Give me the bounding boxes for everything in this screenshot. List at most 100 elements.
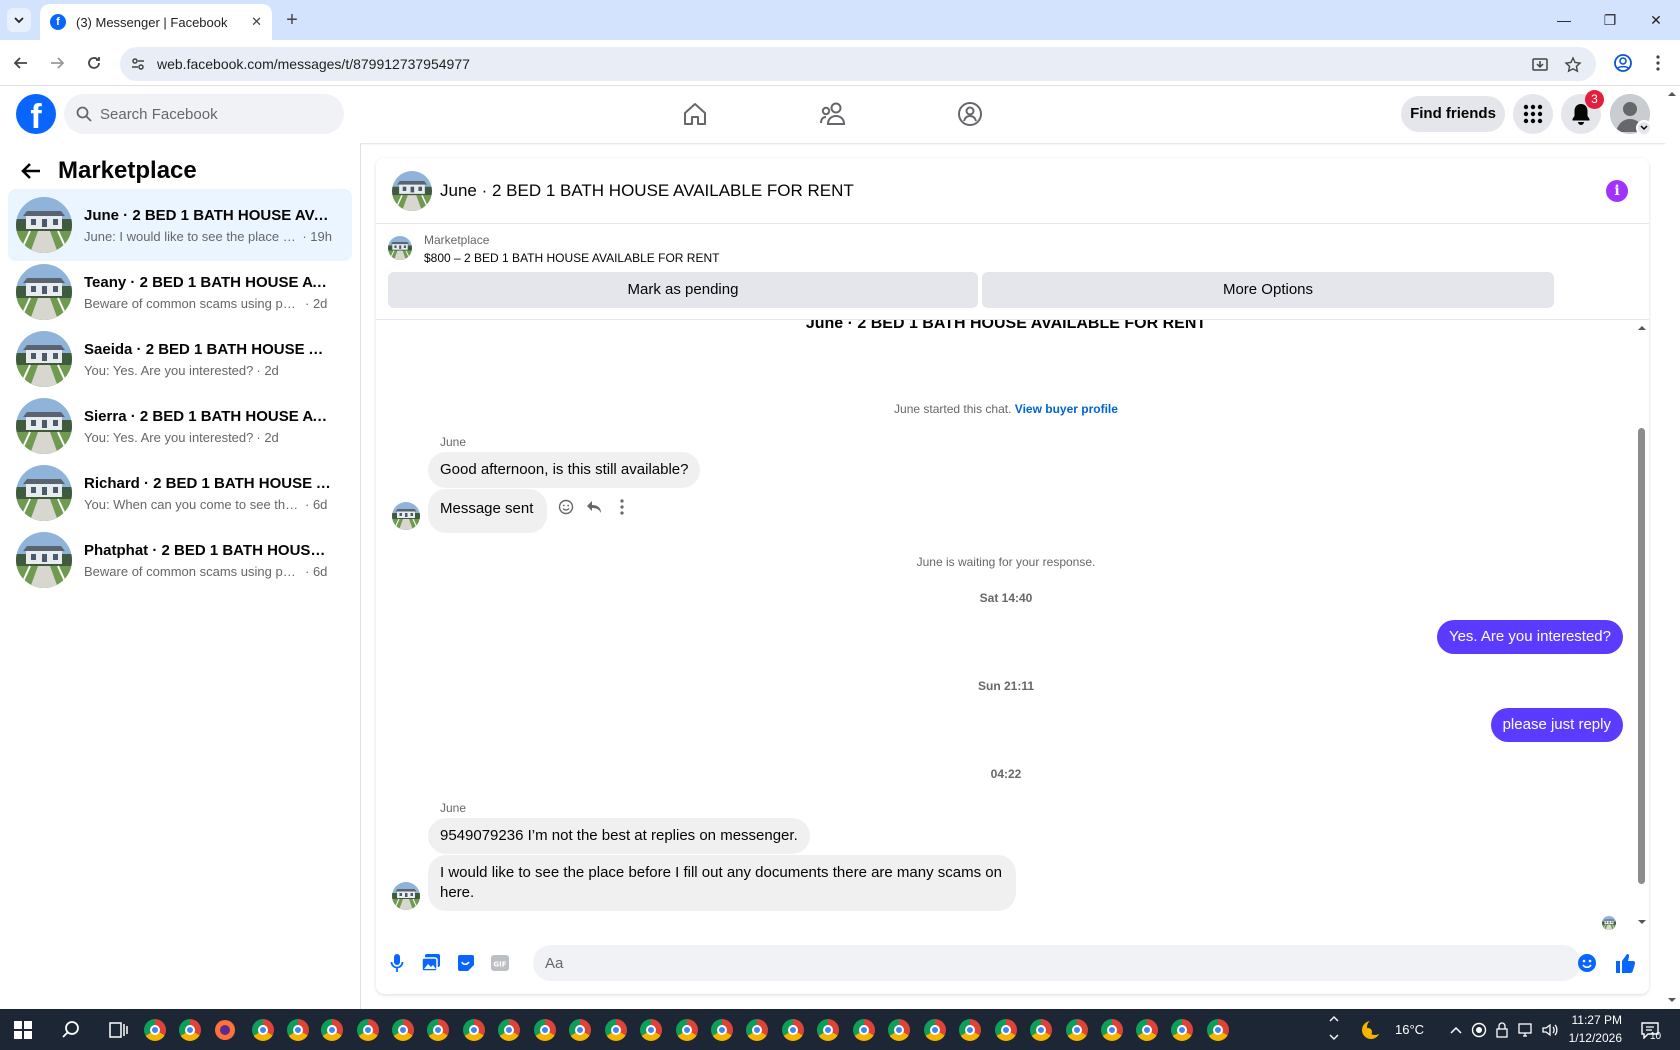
- chat-avatar[interactable]: [392, 171, 432, 211]
- thumbs-up-icon[interactable]: [1613, 951, 1637, 975]
- new-tab-button[interactable]: +: [280, 8, 304, 32]
- conversation-item[interactable]: Richard · 2 BED 1 BATH HOUSE AVAILABLE F…: [8, 457, 352, 529]
- photo-icon[interactable]: [419, 951, 443, 975]
- outgoing-message[interactable]: please just reply: [1490, 708, 1623, 742]
- conversation-item[interactable]: Saeida · 2 BED 1 BATH HOUSE AVAILABLE FO…: [8, 323, 352, 395]
- chrome-taskbar-icon[interactable]: [603, 1017, 629, 1043]
- account-caret-icon[interactable]: [1636, 120, 1652, 136]
- listing-title[interactable]: $800 – 2 BED 1 BATH HOUSE AVAILABLE FOR …: [424, 251, 719, 265]
- chrome-taskbar-icon[interactable]: [1205, 1017, 1231, 1043]
- search-input[interactable]: [100, 94, 336, 134]
- firefox-taskbar-icon[interactable]: [212, 1017, 238, 1043]
- chrome-taskbar-icon[interactable]: [993, 1017, 1019, 1043]
- chrome-taskbar-icon[interactable]: [1169, 1017, 1195, 1043]
- react-emoji-icon[interactable]: [554, 495, 578, 519]
- restore-button[interactable]: ❐: [1587, 0, 1633, 40]
- lock-icon[interactable]: [1489, 1017, 1515, 1043]
- page-scrollbar[interactable]: [1665, 86, 1680, 1009]
- mark-as-pending-button[interactable]: Mark as pending: [388, 272, 978, 308]
- menu-grid-button[interactable]: [1513, 94, 1553, 134]
- bookmark-star-icon[interactable]: [1563, 55, 1583, 75]
- conversation-item[interactable]: June · 2 BED 1 BATH HOUSE AVAILABLE FOR …: [8, 189, 352, 261]
- chrome-taskbar-icon[interactable]: [496, 1017, 522, 1043]
- conversation-item[interactable]: Sierra · 2 BED 1 BATH HOUSE AVAILABLE FO…: [8, 390, 352, 462]
- address-bar[interactable]: web.facebook.com/messages/t/879912737954…: [120, 47, 1596, 81]
- incoming-message-sent[interactable]: Message sent: [428, 489, 548, 533]
- sender-avatar[interactable]: [392, 502, 420, 530]
- hidden-icons-chevron[interactable]: [1321, 1015, 1347, 1041]
- forward-button[interactable]: [44, 50, 70, 76]
- listing-thumbnail[interactable]: [388, 236, 412, 260]
- profile-icon[interactable]: [1610, 50, 1636, 76]
- tab-search-button[interactable]: [7, 8, 31, 32]
- message-input[interactable]: [533, 945, 1581, 981]
- chrome-taskbar-icon[interactable]: [674, 1017, 700, 1043]
- chrome-taskbar-icon[interactable]: [886, 1017, 912, 1043]
- tab-close-icon[interactable]: ✕: [251, 14, 262, 30]
- incoming-message[interactable]: 9549079236 I’m not the best at replies o…: [428, 818, 810, 854]
- conversation-item[interactable]: Phatphat · 2 BED 1 BATH HOUSE AVAILABLE …: [8, 524, 352, 596]
- scrollbar-thumb[interactable]: [1638, 428, 1645, 884]
- install-app-icon[interactable]: [1530, 55, 1550, 75]
- chrome-taskbar-icon[interactable]: [851, 1017, 877, 1043]
- browser-menu-icon[interactable]: [1645, 50, 1671, 76]
- chrome-taskbar-icon[interactable]: [461, 1017, 487, 1043]
- chat-title[interactable]: June · 2 BED 1 BATH HOUSE AVAILABLE FOR …: [440, 181, 854, 201]
- chrome-taskbar-icon[interactable]: [532, 1017, 558, 1043]
- view-buyer-profile-link[interactable]: View buyer profile: [1015, 402, 1118, 416]
- chrome-taskbar-icon[interactable]: [355, 1017, 381, 1043]
- task-view-icon[interactable]: [106, 1017, 132, 1043]
- volume-icon[interactable]: [1537, 1017, 1563, 1043]
- search-box[interactable]: [64, 94, 344, 134]
- outgoing-message[interactable]: Yes. Are you interested?: [1436, 620, 1623, 654]
- chrome-taskbar-icon[interactable]: [815, 1017, 841, 1043]
- chrome-taskbar-icon[interactable]: [1134, 1017, 1160, 1043]
- back-button[interactable]: [8, 50, 34, 76]
- reload-button[interactable]: [81, 50, 107, 76]
- chrome-taskbar-icon[interactable]: [390, 1017, 416, 1043]
- browser-tab-messenger[interactable]: f (3) Messenger | Facebook ✕: [40, 4, 272, 40]
- site-info-icon[interactable]: [130, 56, 146, 72]
- more-options-button[interactable]: More Options: [982, 272, 1554, 308]
- chrome-taskbar-icon[interactable]: [638, 1017, 664, 1043]
- chrome-taskbar-icon[interactable]: [425, 1017, 451, 1043]
- gif-icon[interactable]: GIF: [488, 951, 512, 975]
- clock-date[interactable]: 1/12/2026: [1564, 1031, 1622, 1045]
- chrome-taskbar-icon[interactable]: [1099, 1017, 1125, 1043]
- reply-icon[interactable]: [582, 495, 606, 519]
- chrome-taskbar-icon[interactable]: [957, 1017, 983, 1043]
- chrome-taskbar-icon[interactable]: [709, 1017, 735, 1043]
- chrome-taskbar-icon[interactable]: [567, 1017, 593, 1043]
- chrome-taskbar-icon[interactable]: [922, 1017, 948, 1043]
- sender-avatar[interactable]: [392, 882, 420, 910]
- emoji-icon[interactable]: [1575, 951, 1599, 975]
- friends-nav-icon[interactable]: [813, 94, 853, 134]
- chrome-taskbar-icon[interactable]: [285, 1017, 311, 1043]
- minimize-button[interactable]: —: [1541, 0, 1587, 40]
- conversation-item[interactable]: Teany · 2 BED 1 BATH HOUSE AVAILABLE FOR…: [8, 256, 352, 328]
- weather-temperature[interactable]: 16°C: [1395, 1022, 1424, 1037]
- facebook-logo-icon[interactable]: f: [16, 94, 56, 134]
- chrome-taskbar-icon[interactable]: [780, 1017, 806, 1043]
- chrome-taskbar-icon[interactable]: [250, 1017, 276, 1043]
- thread-scrollbar[interactable]: [1635, 320, 1649, 932]
- search-taskbar-icon[interactable]: [58, 1017, 84, 1043]
- chrome-taskbar-icon[interactable]: [142, 1017, 168, 1043]
- close-window-button[interactable]: ✕: [1633, 0, 1679, 40]
- home-nav-icon[interactable]: [675, 94, 715, 134]
- sticker-icon[interactable]: [454, 951, 478, 975]
- more-actions-icon[interactable]: [610, 495, 634, 519]
- chrome-taskbar-icon[interactable]: [744, 1017, 770, 1043]
- chrome-taskbar-icon[interactable]: [1028, 1017, 1054, 1043]
- info-icon[interactable]: i: [1606, 180, 1628, 202]
- weather-moon-icon[interactable]: [1358, 1017, 1384, 1043]
- incoming-message[interactable]: I would like to see the place before I f…: [428, 855, 1016, 911]
- network-icon[interactable]: [1513, 1017, 1539, 1043]
- find-friends-button[interactable]: Find friends: [1401, 96, 1505, 132]
- windows-start-icon[interactable]: [10, 1017, 36, 1043]
- chrome-taskbar-icon[interactable]: [1064, 1017, 1090, 1043]
- groups-nav-icon[interactable]: [950, 94, 990, 134]
- incoming-message[interactable]: Good afternoon, is this still available?: [428, 452, 701, 488]
- chrome-taskbar-icon[interactable]: [319, 1017, 345, 1043]
- clock-time[interactable]: 11:27 PM: [1570, 1013, 1622, 1027]
